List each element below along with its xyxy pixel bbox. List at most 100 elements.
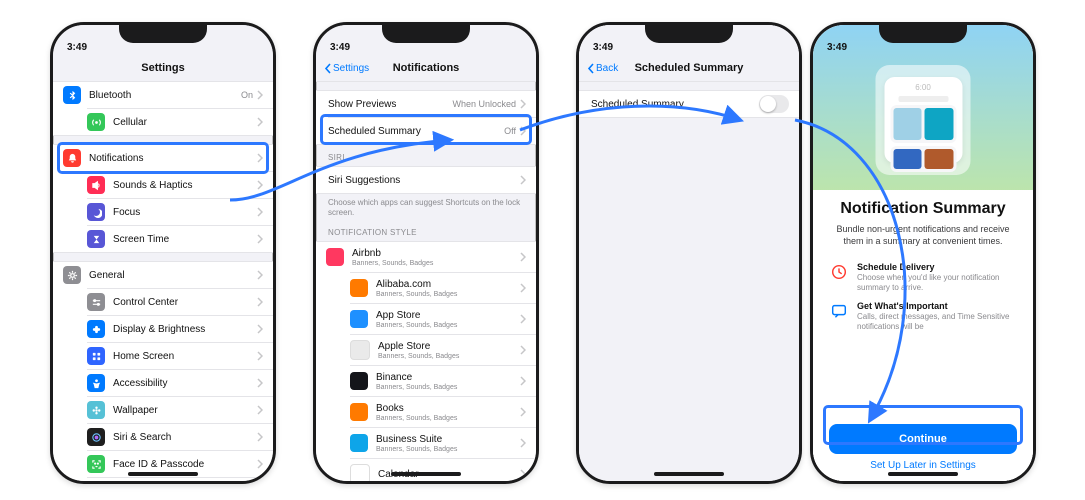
hero-illustration: 6:00	[876, 65, 971, 175]
app-icon	[350, 464, 370, 481]
speaker-icon	[87, 176, 105, 194]
navbar-notifications: Settings Notifications	[316, 55, 536, 82]
navbar-title: Notifications	[393, 62, 460, 74]
sheet-title: Notification Summary	[829, 200, 1017, 218]
chevron-right-icon	[257, 324, 263, 334]
row-sounds[interactable]: Sounds & Haptics	[87, 171, 273, 198]
back-label: Back	[596, 63, 618, 74]
app-icon	[350, 310, 368, 328]
row-label: Accessibility	[113, 378, 257, 389]
hourglass-icon	[87, 230, 105, 248]
chevron-right-icon	[520, 345, 526, 355]
row-label: Bluetooth	[89, 90, 241, 101]
chevron-right-icon	[257, 153, 263, 163]
status-time: 3:49	[593, 42, 613, 53]
row-siri[interactable]: Siri & Search	[87, 423, 273, 450]
app-sub: Banners, Sounds, Badges	[378, 353, 520, 360]
row-sos[interactable]: SOS Emergency SOS	[87, 477, 273, 481]
chevron-right-icon	[520, 283, 526, 293]
app-icon	[350, 340, 370, 360]
app-sub: Banners, Sounds, Badges	[352, 260, 520, 267]
chevron-right-icon	[520, 175, 526, 185]
continue-button[interactable]: Continue	[829, 424, 1017, 454]
chevron-right-icon	[257, 297, 263, 307]
phone-summary-onboarding: 3:49 6:00	[810, 22, 1036, 484]
row-accessibility[interactable]: Accessibility	[87, 369, 273, 396]
chevron-left-icon	[587, 63, 594, 74]
row-label: Wallpaper	[113, 405, 257, 416]
row-focus[interactable]: Focus	[87, 198, 273, 225]
app-row[interactable]: BooksBanners, Sounds, Badges	[350, 396, 536, 427]
back-label: Settings	[333, 63, 369, 74]
hero-time: 6:00	[890, 83, 956, 92]
chevron-right-icon	[257, 405, 263, 415]
notch	[645, 25, 733, 43]
app-row[interactable]: AirbnbBanners, Sounds, Badges	[316, 242, 536, 272]
person-icon	[87, 374, 105, 392]
app-sub: Banners, Sounds, Badges	[376, 322, 520, 329]
app-sub: Banners, Sounds, Badges	[376, 291, 520, 298]
chevron-right-icon	[520, 407, 526, 417]
app-label: Binance	[376, 372, 520, 383]
sun-icon	[87, 320, 105, 338]
row-label: Show Previews	[328, 99, 452, 110]
chevron-right-icon	[520, 376, 526, 386]
app-label: Business Suite	[376, 434, 520, 445]
row-label: Focus	[113, 207, 257, 218]
status-time: 3:49	[330, 42, 350, 53]
screen-notifications: 3:49 Settings Notifications Show Preview…	[316, 25, 536, 481]
toggle-off[interactable]	[759, 95, 789, 113]
screen-scheduled-summary: 3:49 Back Scheduled Summary Scheduled Su…	[579, 25, 799, 481]
app-sub: Banners, Sounds, Badges	[376, 384, 520, 391]
notch	[119, 25, 207, 43]
row-notifications[interactable]: Notifications	[53, 145, 273, 171]
chevron-right-icon	[257, 180, 263, 190]
message-icon	[829, 301, 849, 321]
grid-icon	[87, 347, 105, 365]
row-controlcenter[interactable]: Control Center	[87, 288, 273, 315]
back-button[interactable]: Settings	[324, 55, 369, 81]
row-siri-suggestions[interactable]: Siri Suggestions	[316, 167, 536, 193]
clock-icon	[829, 262, 849, 282]
chevron-right-icon	[520, 314, 526, 324]
row-label: Home Screen	[113, 351, 257, 362]
navbar-settings: Settings	[53, 55, 273, 82]
app-row[interactable]: Calendar	[350, 458, 536, 481]
row-scheduled-summary[interactable]: Scheduled Summary Off	[328, 117, 536, 144]
row-homescreen[interactable]: Home Screen	[87, 342, 273, 369]
app-row[interactable]: Alibaba.comBanners, Sounds, Badges	[350, 272, 536, 303]
row-general[interactable]: General	[53, 262, 273, 288]
app-sub: Banners, Sounds, Badges	[376, 415, 520, 422]
gear-icon	[63, 266, 81, 284]
app-row[interactable]: Apple StoreBanners, Sounds, Badges	[350, 334, 536, 365]
screen-settings: 3:49 Settings Bluetooth On	[53, 25, 273, 481]
flower-icon	[87, 401, 105, 419]
setup-later-link[interactable]: Set Up Later in Settings	[829, 460, 1017, 471]
sheet-lead: Bundle non-urgent notifications and rece…	[829, 224, 1017, 247]
row-label: Notifications	[89, 153, 257, 164]
notch	[879, 25, 967, 43]
row-summary-toggle[interactable]: Scheduled Summary	[579, 91, 799, 117]
row-label: Siri Suggestions	[328, 175, 520, 186]
faceid-icon	[87, 455, 105, 473]
row-cellular[interactable]: Cellular	[87, 108, 273, 135]
group-header-style: NOTIFICATION STYLE	[316, 220, 536, 241]
app-row[interactable]: BinanceBanners, Sounds, Badges	[350, 365, 536, 396]
back-button[interactable]: Back	[587, 55, 618, 81]
app-row[interactable]: App StoreBanners, Sounds, Badges	[350, 303, 536, 334]
row-display[interactable]: Display & Brightness	[87, 315, 273, 342]
app-row[interactable]: Business SuiteBanners, Sounds, Badges	[350, 427, 536, 458]
row-bluetooth[interactable]: Bluetooth On	[53, 82, 273, 108]
row-screentime[interactable]: Screen Time	[87, 225, 273, 252]
row-label: General	[89, 270, 257, 281]
row-label: Control Center	[113, 297, 257, 308]
group-header-siri: SIRI	[316, 145, 536, 166]
chevron-right-icon	[520, 252, 526, 262]
row-show-previews[interactable]: Show Previews When Unlocked	[316, 91, 536, 117]
chevron-right-icon	[257, 207, 263, 217]
home-indicator	[391, 472, 461, 476]
navbar-title: Settings	[141, 62, 184, 74]
chevron-right-icon	[257, 270, 263, 280]
bell-icon	[63, 149, 81, 167]
row-wallpaper[interactable]: Wallpaper	[87, 396, 273, 423]
